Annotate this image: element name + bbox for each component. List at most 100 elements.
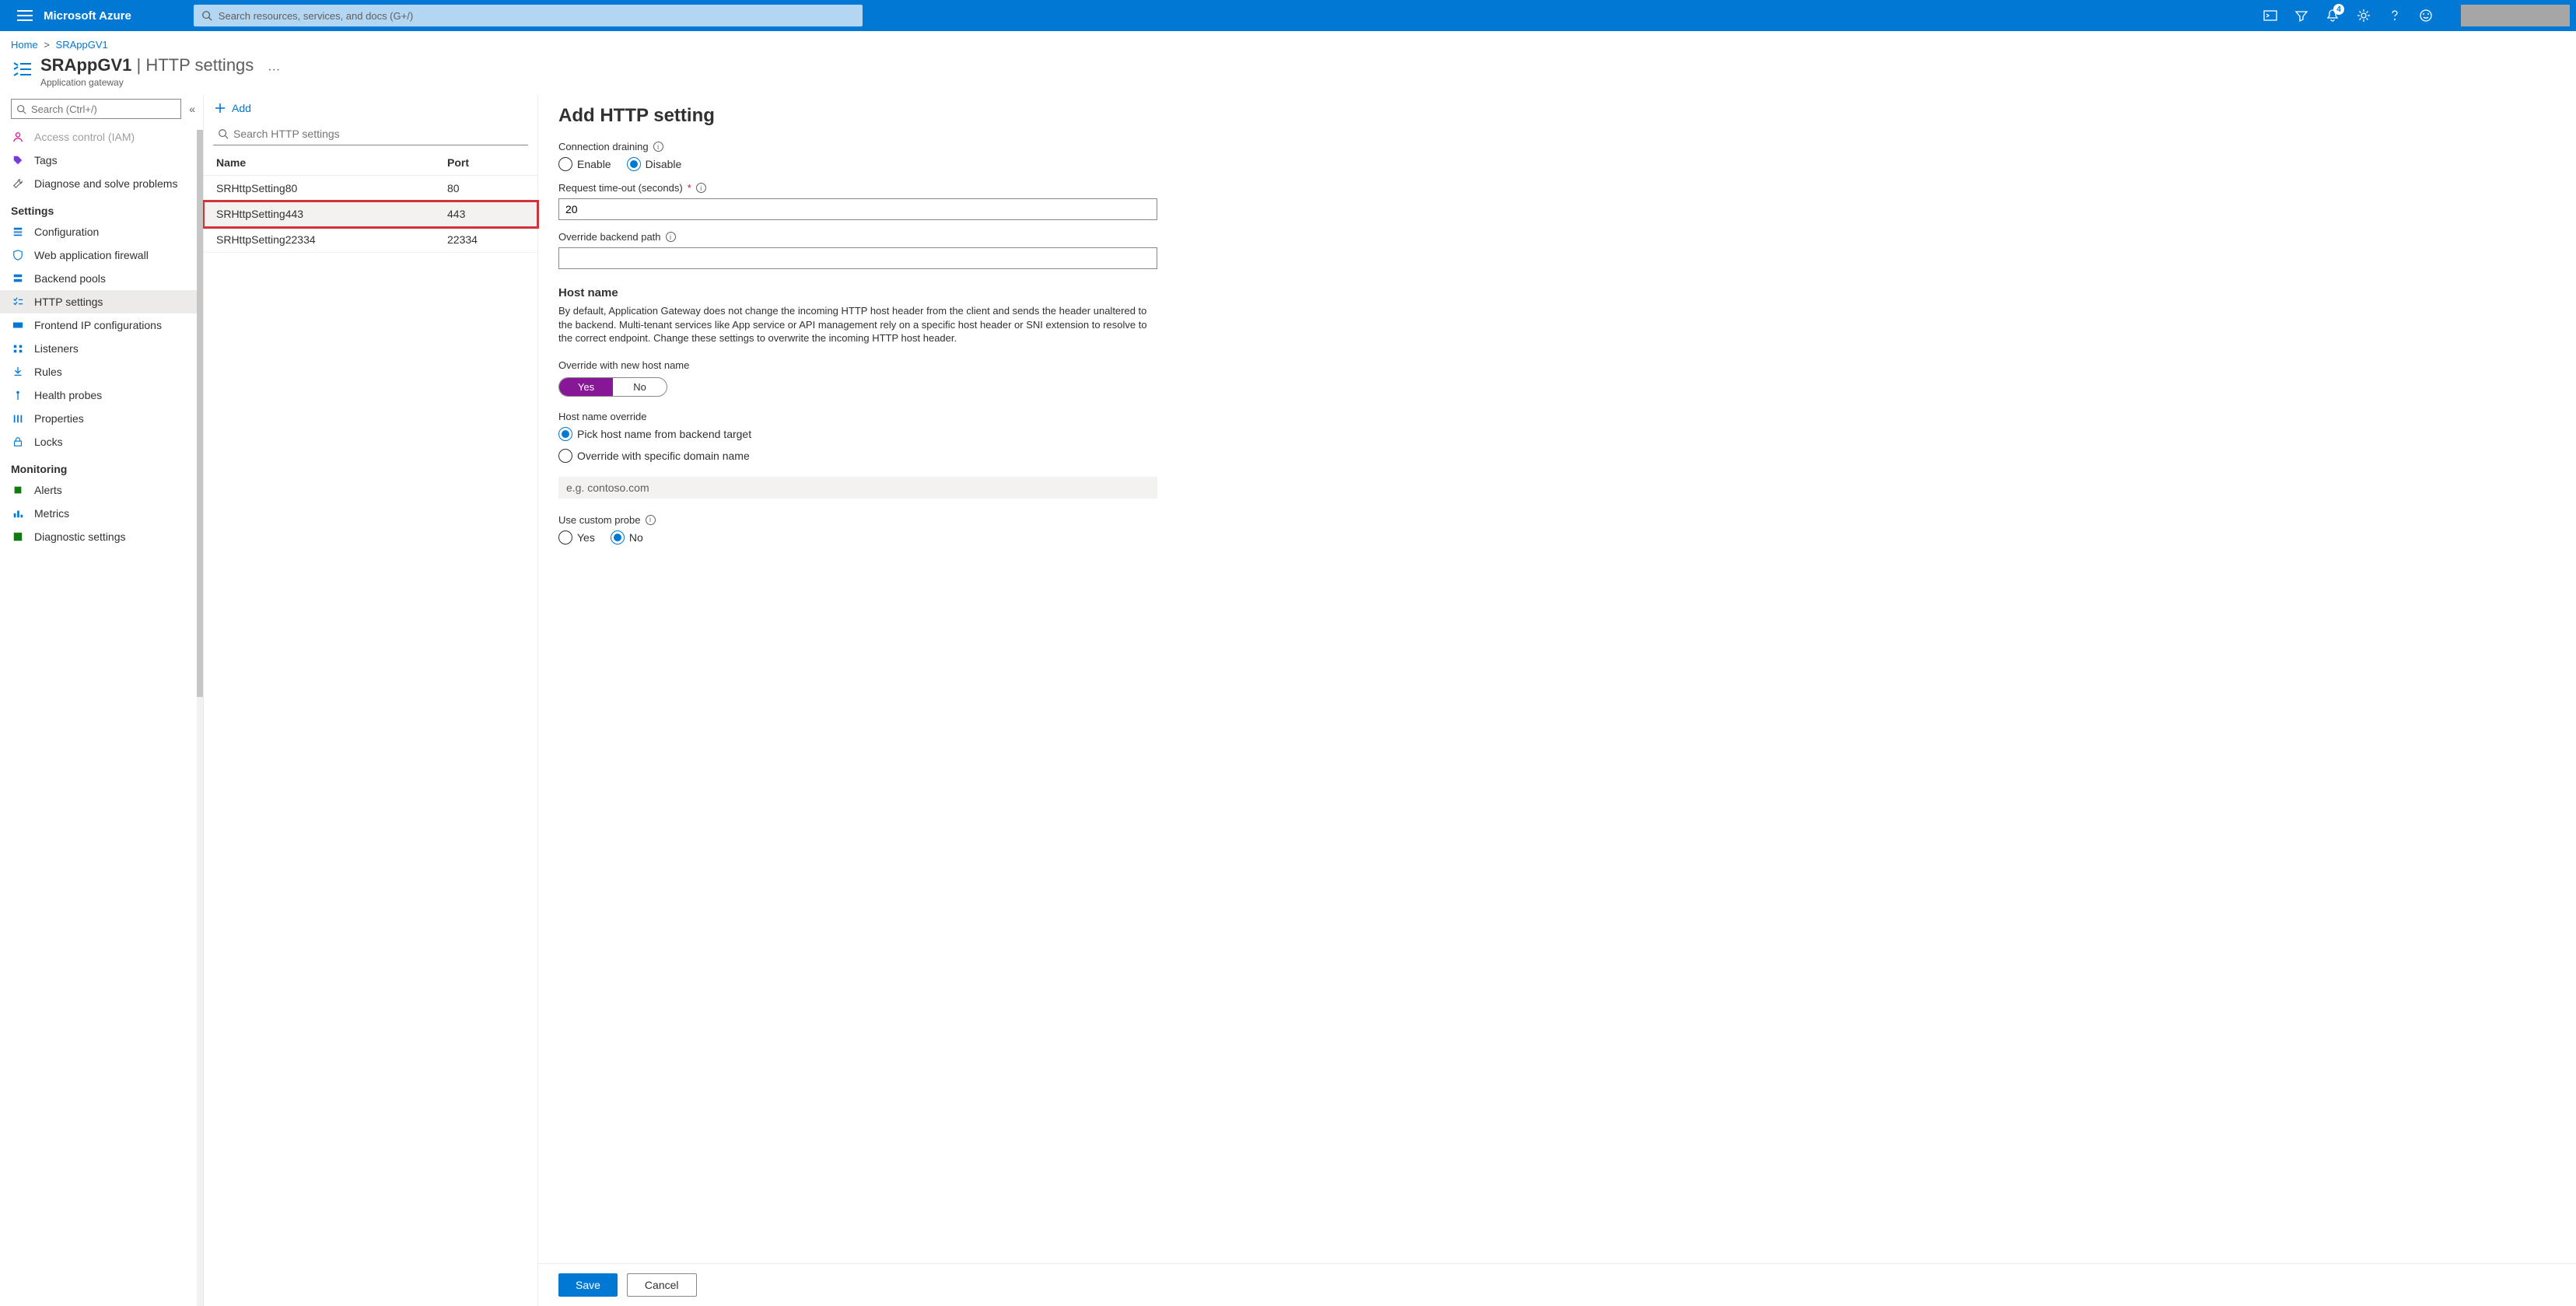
cancel-button[interactable]: Cancel: [627, 1273, 697, 1297]
nav-label: Configuration: [34, 226, 99, 238]
breadcrumb-sep: >: [44, 39, 50, 51]
blade-header: SRAppGV1 | HTTP settings Application gat…: [0, 55, 2576, 96]
nav-item-http-settings[interactable]: HTTP settings: [0, 290, 203, 313]
settings-gear-icon[interactable]: [2357, 9, 2371, 23]
account-placeholder[interactable]: [2461, 5, 2570, 26]
top-bar: Microsoft Azure 4: [0, 0, 2576, 31]
global-search[interactable]: [194, 5, 863, 26]
nav-search-input[interactable]: [31, 103, 176, 115]
http-settings-table: Name Port SRHttpSetting80 80 SRHttpSetti…: [204, 150, 537, 253]
nav-collapse-icon[interactable]: «: [189, 103, 195, 115]
nav-group-settings: Settings: [0, 195, 203, 220]
nav-item-diagnose[interactable]: Diagnose and solve problems: [0, 172, 203, 195]
nav-label: Access control (IAM): [34, 131, 135, 143]
add-button[interactable]: Add: [215, 102, 251, 114]
enable-radio[interactable]: Enable: [558, 157, 611, 171]
table-row[interactable]: SRHttpSetting443 443: [204, 201, 537, 227]
breadcrumb-home[interactable]: Home: [11, 39, 38, 51]
global-search-input[interactable]: [219, 10, 855, 22]
override-backend-path-label: Override backend path i: [558, 231, 2556, 243]
nav-item-tags[interactable]: Tags: [0, 149, 203, 172]
info-icon[interactable]: i: [646, 515, 656, 525]
info-icon[interactable]: i: [653, 142, 663, 152]
col-port-header[interactable]: Port: [447, 156, 525, 169]
nav-item-access-control[interactable]: Access control (IAM): [0, 125, 203, 149]
request-timeout-input[interactable]: [558, 198, 1157, 220]
specific-domain-radio[interactable]: Override with specific domain name: [558, 449, 750, 463]
nav-group-monitoring: Monitoring: [0, 453, 203, 478]
table-row[interactable]: SRHttpSetting22334 22334: [204, 227, 537, 253]
save-button[interactable]: Save: [558, 1273, 618, 1297]
nav-item-listeners[interactable]: Listeners: [0, 337, 203, 360]
directory-filter-icon[interactable]: [2294, 9, 2308, 23]
nav-item-properties[interactable]: Properties: [0, 407, 203, 430]
blade-title: SRAppGV1 | HTTP settings: [40, 55, 254, 75]
cloud-shell-icon[interactable]: [2263, 9, 2277, 23]
list-search-input[interactable]: [233, 128, 523, 140]
nav-label: Tags: [34, 154, 58, 166]
custom-probe-no-radio[interactable]: No: [611, 530, 643, 544]
row-port: 443: [447, 208, 525, 220]
row-name: SRHttpSetting443: [216, 208, 447, 220]
info-icon[interactable]: i: [696, 183, 706, 193]
brand-label: Microsoft Azure: [44, 9, 131, 23]
person-icon: [11, 131, 25, 142]
probe-icon: [11, 390, 25, 401]
nav-label: Rules: [34, 366, 62, 378]
nav-label: Locks: [34, 436, 63, 448]
sliders-icon: [11, 226, 25, 237]
row-name: SRHttpSetting80: [216, 182, 447, 194]
plus-icon: [215, 103, 226, 114]
nav-label: Listeners: [34, 342, 79, 355]
nav-label: Web application firewall: [34, 249, 149, 261]
nav-item-alerts[interactable]: Alerts: [0, 478, 203, 502]
ip-icon: [11, 320, 25, 331]
feedback-icon[interactable]: [2419, 9, 2433, 23]
servers-icon: [11, 273, 25, 284]
blade-more-icon[interactable]: ···: [268, 63, 280, 77]
nav-search[interactable]: [11, 99, 181, 119]
nav-item-health-probes[interactable]: Health probes: [0, 383, 203, 407]
col-name-header[interactable]: Name: [216, 156, 447, 169]
nav-item-rules[interactable]: Rules: [0, 360, 203, 383]
nav-label: Diagnose and solve problems: [34, 177, 177, 190]
custom-probe-yes-radio[interactable]: Yes: [558, 530, 595, 544]
nav-item-configuration[interactable]: Configuration: [0, 220, 203, 243]
toggle-no[interactable]: No: [613, 378, 667, 396]
nav-label: HTTP settings: [34, 296, 103, 308]
list-search[interactable]: [213, 122, 528, 145]
diagnostic-icon: [11, 531, 25, 542]
nav-item-frontend-ip[interactable]: Frontend IP configurations: [0, 313, 203, 337]
override-hostname-toggle[interactable]: Yes No: [558, 377, 667, 397]
notification-badge: 4: [2333, 4, 2344, 15]
nav-label: Properties: [34, 412, 84, 425]
nav-scrollbar[interactable]: [197, 125, 203, 1306]
lock-icon: [11, 436, 25, 447]
blade-title-section: HTTP settings: [145, 55, 254, 75]
notifications-icon[interactable]: 4: [2326, 9, 2340, 23]
topbar-icons: 4: [2263, 5, 2570, 26]
blade-subtitle: Application gateway: [40, 77, 254, 88]
pick-from-backend-radio[interactable]: Pick host name from backend target: [558, 427, 751, 441]
override-backend-path-input[interactable]: [558, 247, 1157, 269]
hostname-override-radio-group: Pick host name from backend target Overr…: [558, 427, 2556, 463]
nav-item-diagnostic-settings[interactable]: Diagnostic settings: [0, 525, 203, 548]
nav-item-metrics[interactable]: Metrics: [0, 502, 203, 525]
nav-item-backend-pools[interactable]: Backend pools: [0, 267, 203, 290]
override-hostname-label: Override with new host name: [558, 359, 2556, 371]
breadcrumb: Home > SRAppGV1: [0, 31, 2576, 55]
toggle-yes[interactable]: Yes: [559, 378, 613, 396]
help-icon[interactable]: [2388, 9, 2402, 23]
hamburger-icon[interactable]: [17, 10, 33, 21]
disable-radio[interactable]: Disable: [627, 157, 682, 171]
table-row[interactable]: SRHttpSetting80 80: [204, 176, 537, 201]
info-icon[interactable]: i: [666, 232, 676, 242]
connection-draining-label: Connection draining i: [558, 141, 2556, 152]
nav-item-waf[interactable]: Web application firewall: [0, 243, 203, 267]
nav-item-locks[interactable]: Locks: [0, 430, 203, 453]
table-header: Name Port: [204, 150, 537, 176]
request-timeout-label: Request time-out (seconds) * i: [558, 182, 2556, 194]
row-name: SRHttpSetting22334: [216, 233, 447, 246]
breadcrumb-resource[interactable]: SRAppGV1: [56, 39, 108, 51]
search-icon: [218, 128, 229, 139]
